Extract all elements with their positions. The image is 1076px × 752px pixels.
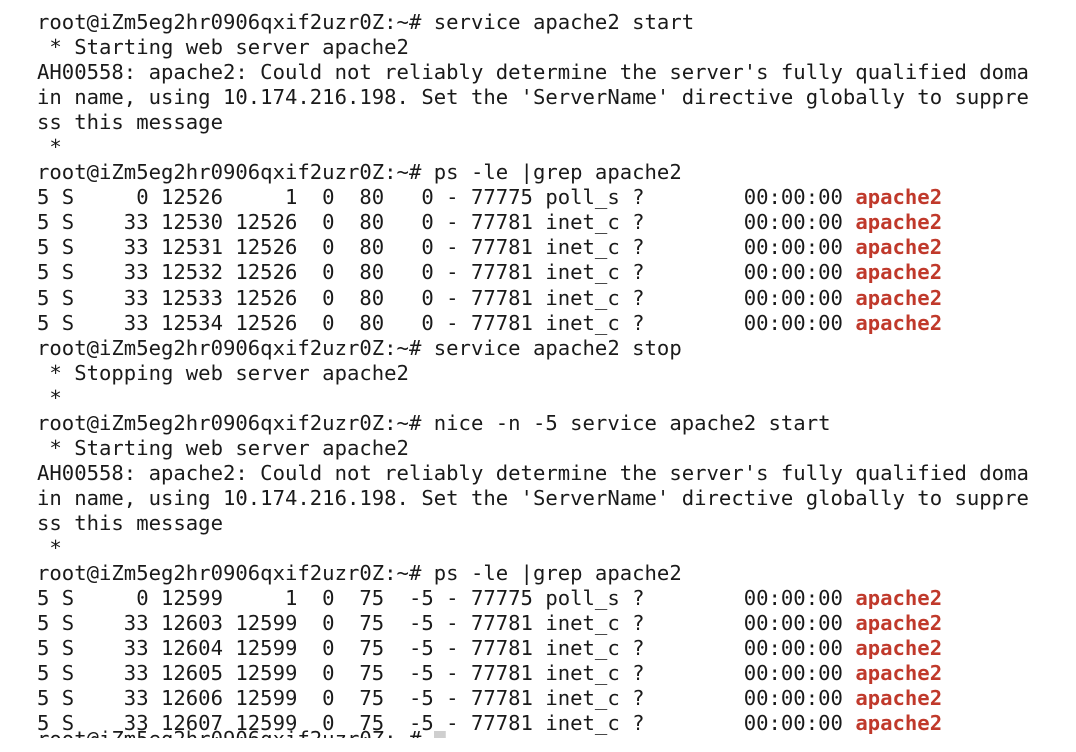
terminal-line: in name, using 10.174.216.198. Set the '… [37,85,1067,110]
terminal-line-text: root@iZm5eg2hr0906qxif2uzr0Z:~# nice -n … [37,410,831,435]
terminal-line-text: AH00558: apache2: Could not reliably det… [37,460,1029,485]
terminal-line: AH00558: apache2: Could not reliably det… [37,60,1067,85]
terminal-line: 5 S 0 12526 1 0 80 0 - 77775 poll_s ? 00… [37,185,1067,210]
terminal-line-text: 5 S 33 12604 12599 0 75 -5 - 77781 inet_… [37,636,856,661]
grep-match-highlight: apache2 [855,686,943,711]
terminal-line: 5 S 33 12605 12599 0 75 -5 - 77781 inet_… [37,661,1067,686]
terminal-line-text: * Starting web server apache2 [37,35,409,60]
terminal-line-text: 5 S 0 12526 1 0 80 0 - 77775 poll_s ? 00… [37,185,856,210]
grep-match-highlight: apache2 [855,260,943,285]
terminal-output[interactable]: root@iZm5eg2hr0906qxif2uzr0Z:~# service … [37,10,1067,736]
grep-match-highlight: apache2 [855,636,943,661]
grep-match-highlight: apache2 [855,285,943,310]
terminal-line: root@iZm5eg2hr0906qxif2uzr0Z:~# ps -le |… [37,561,1067,586]
terminal-line: ss this message [37,511,1067,536]
terminal-line-text: 5 S 33 12533 12526 0 80 0 - 77781 inet_c… [37,285,856,310]
terminal-line-text: 5 S 33 12532 12526 0 80 0 - 77781 inet_c… [37,260,856,285]
terminal-line-text: 5 S 33 12530 12526 0 80 0 - 77781 inet_c… [37,210,856,235]
terminal-line: 5 S 0 12599 1 0 75 -5 - 77775 poll_s ? 0… [37,586,1067,611]
terminal-line-text: root@iZm5eg2hr0906qxif2uzr0Z:~# service … [37,10,695,34]
grep-match-highlight: apache2 [855,235,943,260]
grep-match-highlight: apache2 [855,310,943,335]
terminal-line-text: * [37,385,62,410]
grep-match-highlight: apache2 [855,586,943,611]
terminal-line-text: 5 S 33 12534 12526 0 80 0 - 77781 inet_c… [37,310,856,335]
terminal-line-text: root@iZm5eg2hr0906qxif2uzr0Z:~# service … [37,335,682,360]
terminal-line: 5 S 33 12532 12526 0 80 0 - 77781 inet_c… [37,260,1067,285]
terminal-line: root@iZm5eg2hr0906qxif2uzr0Z:~# ps -le |… [37,160,1067,185]
terminal-line-text: AH00558: apache2: Could not reliably det… [37,60,1029,85]
grep-match-highlight: apache2 [855,661,943,686]
terminal-line: 5 S 33 12533 12526 0 80 0 - 77781 inet_c… [37,286,1067,311]
terminal-line-text: in name, using 10.174.216.198. Set the '… [37,485,1029,510]
terminal-line: AH00558: apache2: Could not reliably det… [37,461,1067,486]
terminal-line: * Stopping web server apache2 [37,361,1067,386]
grep-match-highlight: apache2 [855,611,943,636]
terminal-line-text: root@iZm5eg2hr0906qxif2uzr0Z:~# ps -le |… [37,561,682,586]
partial-prompt-text: root@iZm5eg2hr0906qxif2uzr0Z:~# [37,727,434,751]
terminal-line-text: * [37,135,62,160]
grep-match-highlight: apache2 [855,711,943,736]
grep-match-highlight: apache2 [855,185,943,210]
terminal-line: * [37,135,1067,160]
terminal-line-text: root@iZm5eg2hr0906qxif2uzr0Z:~# ps -le |… [37,160,682,185]
terminal-line: * [37,386,1067,411]
terminal-line: root@iZm5eg2hr0906qxif2uzr0Z:~# nice -n … [37,411,1067,436]
partial-prompt-line: root@iZm5eg2hr0906qxif2uzr0Z:~# [37,727,446,751]
terminal-line-text: ss this message [37,110,223,135]
terminal-line: ss this message [37,110,1067,135]
terminal-line: 5 S 33 12530 12526 0 80 0 - 77781 inet_c… [37,210,1067,235]
grep-match-highlight: apache2 [855,210,943,235]
terminal-line-text: 5 S 33 12531 12526 0 80 0 - 77781 inet_c… [37,235,856,260]
terminal-line-text: 5 S 0 12599 1 0 75 -5 - 77775 poll_s ? 0… [37,586,856,611]
terminal-line: * [37,536,1067,561]
terminal-line-text: in name, using 10.174.216.198. Set the '… [37,85,1029,110]
terminal-line: 5 S 33 12606 12599 0 75 -5 - 77781 inet_… [37,686,1067,711]
terminal-line: in name, using 10.174.216.198. Set the '… [37,486,1067,511]
terminal-line: 5 S 33 12534 12526 0 80 0 - 77781 inet_c… [37,311,1067,336]
terminal-line-text: * Starting web server apache2 [37,435,409,460]
terminal-line: * Starting web server apache2 [37,436,1067,461]
terminal-line: root@iZm5eg2hr0906qxif2uzr0Z:~# service … [37,336,1067,361]
terminal-line: 5 S 33 12603 12599 0 75 -5 - 77781 inet_… [37,611,1067,636]
terminal-line-text: ss this message [37,510,223,535]
terminal-line: root@iZm5eg2hr0906qxif2uzr0Z:~# service … [37,10,1067,35]
terminal-line: * Starting web server apache2 [37,35,1067,60]
terminal-line-text: * [37,535,62,560]
terminal-line: 5 S 33 12604 12599 0 75 -5 - 77781 inet_… [37,636,1067,661]
terminal-line-text: * Stopping web server apache2 [37,360,409,385]
terminal-line-text: 5 S 33 12605 12599 0 75 -5 - 77781 inet_… [37,661,856,686]
terminal-line: 5 S 33 12531 12526 0 80 0 - 77781 inet_c… [37,235,1067,260]
terminal-line-text: 5 S 33 12603 12599 0 75 -5 - 77781 inet_… [37,611,856,636]
terminal-cursor [433,731,446,738]
terminal-line-text: 5 S 33 12606 12599 0 75 -5 - 77781 inet_… [37,686,856,711]
